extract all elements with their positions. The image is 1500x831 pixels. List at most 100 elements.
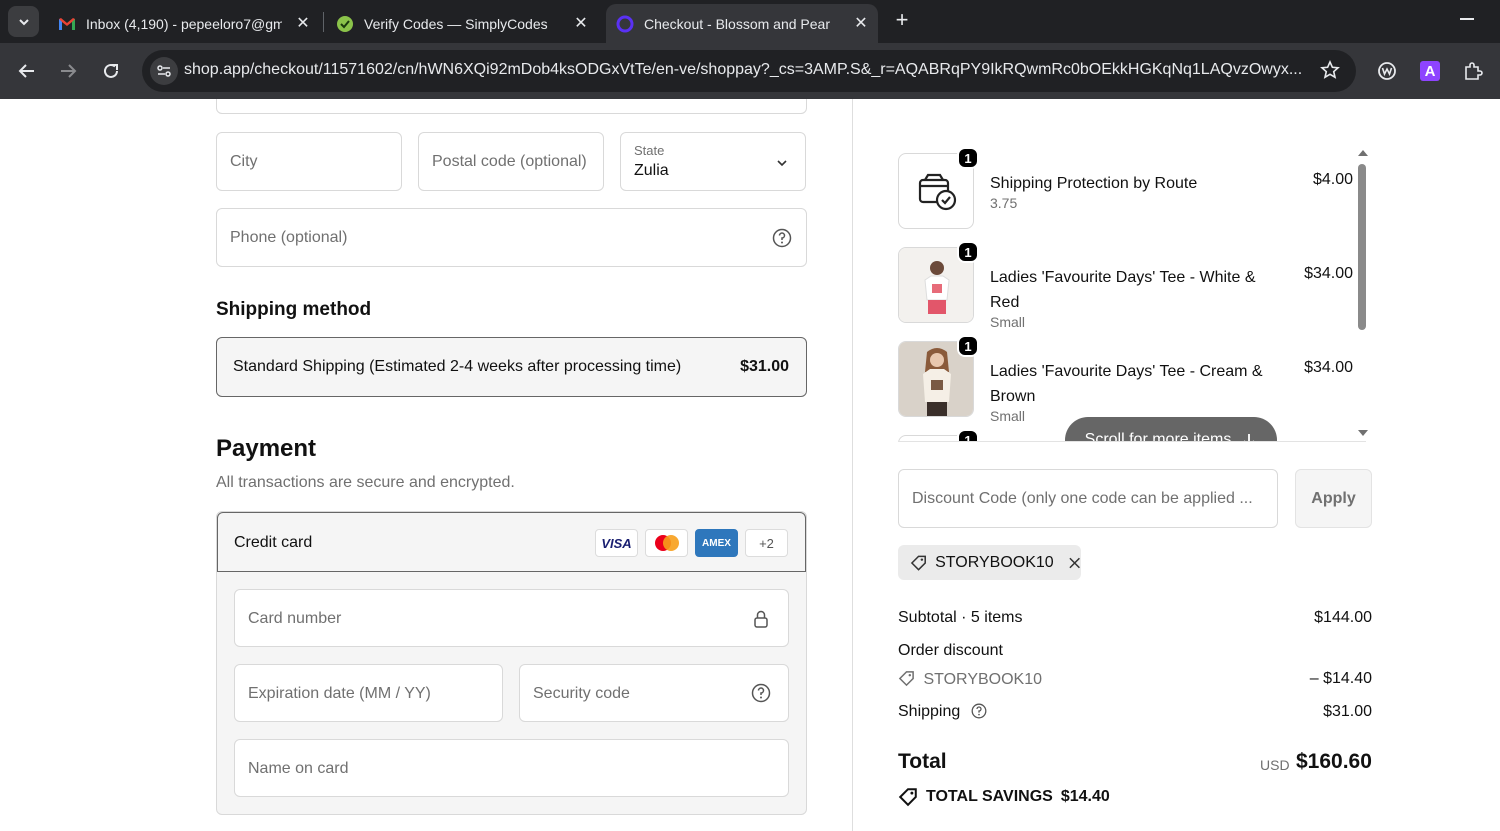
- item-price: $34.00: [1304, 265, 1353, 282]
- payment-subtitle: All transactions are secure and encrypte…: [216, 474, 515, 491]
- new-tab-button[interactable]: +: [890, 7, 914, 32]
- tab-separator: [323, 12, 324, 32]
- close-tab-icon[interactable]: ✕: [294, 14, 312, 32]
- discount-placeholder: Discount Code (only one code can be appl…: [912, 490, 1253, 507]
- tag-icon: [898, 671, 914, 687]
- extensions-puzzle-icon[interactable]: [1460, 58, 1486, 84]
- credit-card-option[interactable]: Credit card VISA AMEX +2: [217, 512, 806, 572]
- total-currency: USD: [1260, 757, 1290, 773]
- order-summary: 1 Shipping Protection by Route 3.75 $4.0…: [852, 99, 1500, 831]
- remove-discount-icon[interactable]: [1068, 556, 1081, 570]
- quantity-badge: 1: [957, 147, 979, 169]
- phone-placeholder: Phone (optional): [230, 229, 348, 246]
- close-tab-icon[interactable]: ✕: [852, 14, 870, 32]
- discount-code-label: STORYBOOK10: [923, 671, 1043, 688]
- back-button[interactable]: [13, 57, 41, 85]
- payment-heading: Payment: [216, 435, 317, 462]
- shipping-option-name: Standard Shipping (Estimated 2-4 weeks a…: [233, 358, 682, 375]
- extension-a-icon[interactable]: A: [1417, 58, 1443, 84]
- subtotal-value: $144.00: [1314, 609, 1372, 626]
- state-label: State: [634, 143, 665, 158]
- shop-icon: [616, 15, 634, 33]
- expiration-date-field[interactable]: Expiration date (MM / YY): [234, 664, 503, 722]
- browser-toolbar: shop.app/checkout/11571602/cn/hWN6XQi92m…: [0, 43, 1500, 99]
- tab-checkout[interactable]: Checkout - Blossom and Pear ✕: [606, 4, 878, 43]
- url-text[interactable]: shop.app/checkout/11571602/cn/hWN6XQi92m…: [184, 61, 1304, 79]
- gmail-icon: [58, 15, 76, 33]
- address-field[interactable]: [216, 99, 807, 114]
- minimize-button[interactable]: [1460, 18, 1474, 20]
- order-items-list[interactable]: 1 Shipping Protection by Route 3.75 $4.0…: [898, 139, 1366, 442]
- discount-code-input[interactable]: Discount Code (only one code can be appl…: [898, 469, 1278, 528]
- arrow-right-icon: [61, 64, 77, 78]
- applied-code-text: STORYBOOK10: [935, 553, 1054, 571]
- payment-method-label: Credit card: [234, 534, 313, 551]
- mastercard-logo-icon: [645, 529, 688, 557]
- reload-button[interactable]: [97, 57, 125, 85]
- name-on-card-field[interactable]: Name on card: [234, 739, 789, 797]
- security-code-field[interactable]: Security code: [519, 664, 789, 722]
- applied-discount-tag: STORYBOOK10: [898, 545, 1081, 580]
- tab-simplycodes[interactable]: Verify Codes — SimplyCodes ✕: [326, 4, 598, 43]
- savings-value: $14.40: [1060, 788, 1110, 805]
- item-price: $34.00: [1304, 359, 1353, 376]
- tab-title: Checkout - Blossom and Pear: [644, 15, 830, 32]
- apply-discount-button[interactable]: Apply: [1295, 469, 1372, 528]
- address-bar[interactable]: shop.app/checkout/11571602/cn/hWN6XQi92m…: [142, 50, 1356, 92]
- quantity-badge: 1: [957, 335, 979, 357]
- total-label: Total: [898, 750, 947, 773]
- card-number-field[interactable]: Card number: [234, 589, 789, 647]
- state-select[interactable]: State Zulia: [620, 132, 806, 191]
- close-tab-icon[interactable]: ✕: [572, 14, 590, 32]
- extension-w-icon[interactable]: [1374, 58, 1400, 84]
- total-savings: TOTAL SAVINGS $14.40: [898, 787, 1110, 807]
- item-name: Ladies 'Favourite Days' Tee - White & Re…: [990, 269, 1256, 311]
- total-value: $160.60: [1296, 750, 1372, 773]
- quantity-badge: 1: [957, 241, 979, 263]
- savings-label: TOTAL SAVINGS: [926, 788, 1053, 805]
- lock-icon: [754, 610, 768, 628]
- bookmark-star-icon[interactable]: [1320, 60, 1340, 85]
- postal-code-field[interactable]: Postal code (optional): [418, 132, 604, 191]
- more-card-brands: +2: [745, 529, 788, 557]
- tab-gmail[interactable]: Inbox (4,190) - pepeeloro7@gm ✕: [48, 4, 320, 43]
- city-field[interactable]: City: [216, 132, 402, 191]
- arrow-down-icon: [1244, 434, 1255, 441]
- checkout-page: City Postal code (optional) State Zulia …: [0, 99, 1500, 831]
- browser-tab-bar: Inbox (4,190) - pepeeloro7@gm ✕ Verify C…: [0, 0, 1500, 43]
- quantity-badge: 1: [957, 429, 979, 441]
- chevron-down-icon: [18, 18, 29, 25]
- simplycodes-icon: [336, 15, 354, 33]
- scroll-up-arrow-icon[interactable]: [1358, 149, 1368, 157]
- order-discount-label: Order discount: [898, 642, 1003, 659]
- reload-icon: [104, 63, 118, 78]
- item-name: Shipping Protection by Route: [990, 175, 1198, 192]
- visa-logo-icon: VISA: [595, 529, 638, 557]
- tag-icon: [898, 788, 917, 807]
- tab-search-button[interactable]: [8, 6, 39, 37]
- help-circle-icon[interactable]: [971, 703, 987, 719]
- item-price: $4.00: [1312, 171, 1353, 188]
- site-settings-icon[interactable]: [150, 57, 178, 85]
- item-variant: Small: [990, 314, 1026, 330]
- scroll-down-arrow-icon[interactable]: [1358, 429, 1368, 437]
- card-number-placeholder: Card number: [248, 610, 342, 627]
- phone-field[interactable]: Phone (optional): [216, 208, 807, 267]
- forward-button[interactable]: [54, 57, 82, 85]
- chevron-down-icon: [777, 160, 787, 167]
- discount-code-row: STORYBOOK10 – $14.40: [898, 670, 1372, 689]
- tag-icon: [910, 555, 926, 571]
- name-on-card-placeholder: Name on card: [248, 760, 349, 777]
- shipping-option-price: $31.00: [740, 358, 789, 375]
- order-discount-row: Order discount: [898, 642, 1372, 660]
- city-placeholder: City: [230, 153, 258, 170]
- scroll-hint-text: Scroll for more items: [1084, 431, 1232, 442]
- help-circle-icon[interactable]: [772, 228, 792, 248]
- tab-title: Inbox (4,190) - pepeeloro7@gm: [86, 15, 282, 32]
- scrollbar-thumb[interactable]: [1358, 164, 1366, 330]
- discount-value: – $14.40: [1309, 670, 1372, 687]
- scroll-for-more-button[interactable]: Scroll for more items: [1065, 417, 1277, 442]
- shipping-option[interactable]: Standard Shipping (Estimated 2-4 weeks a…: [216, 337, 807, 397]
- help-circle-icon[interactable]: [751, 683, 771, 703]
- item-variant: Small: [990, 408, 1026, 424]
